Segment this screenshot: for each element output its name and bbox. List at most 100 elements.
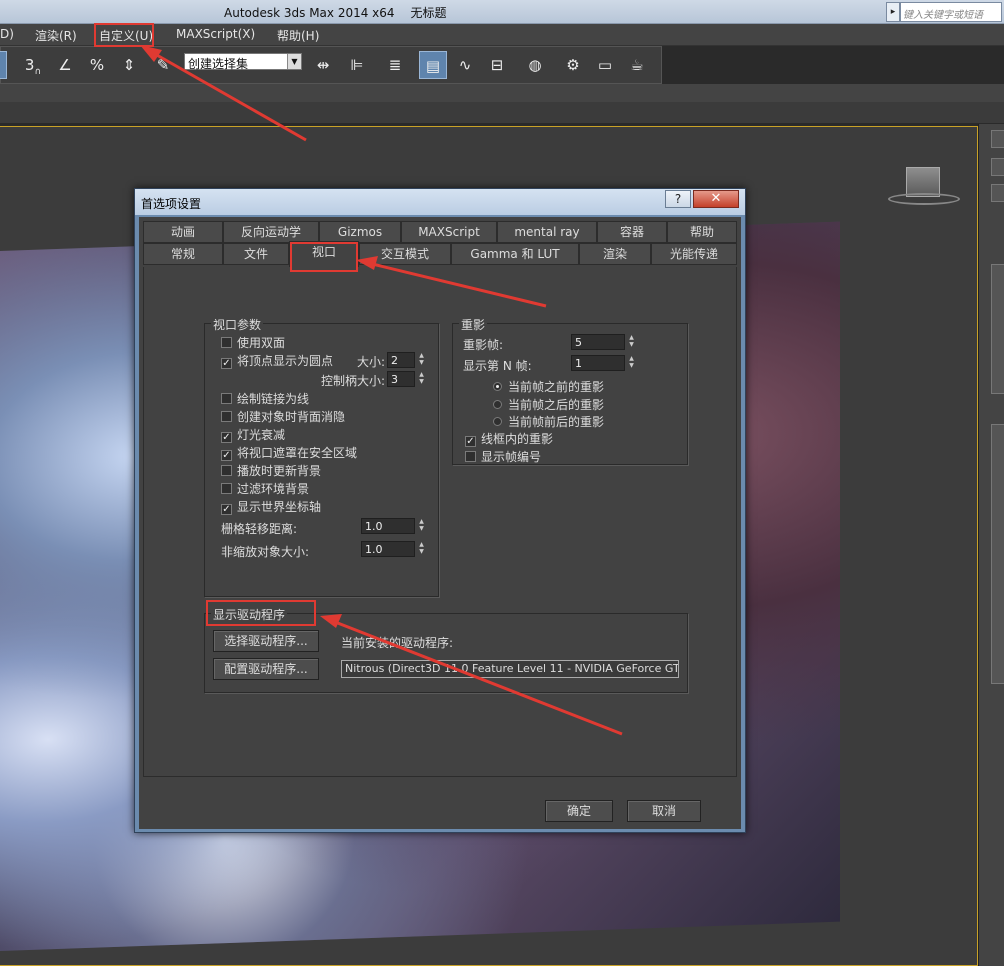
ghost-both-radio[interactable]: 当前帧前后的重影	[493, 413, 604, 430]
spinner-arrows-icon[interactable]: ▲ ▼	[417, 541, 426, 557]
installed-driver-field: Nitrous (Direct3D 11.0 Feature Level 11 …	[341, 660, 679, 678]
tab-general[interactable]: 常规	[143, 243, 223, 265]
tab-gizmos[interactable]: Gizmos	[319, 221, 401, 243]
ghost-wireframe-checkbox[interactable]: ✓ 线框内的重影	[465, 430, 553, 447]
ok-button[interactable]: 确定	[545, 800, 613, 822]
tab-files[interactable]: 文件	[223, 243, 289, 265]
ghost-frames-spinner[interactable]: 5	[571, 334, 625, 350]
viewport-parameters-group: 视口参数 使用双面 ✓ 将顶点显示为圆点 大小: 2 ▲ ▼ 控制柄大小: 3 ▲ ▼…	[204, 316, 439, 597]
attenuate-lights-checkbox[interactable]: ✓ 灯光衰减	[221, 426, 285, 443]
installed-driver-label: 当前安装的驱动程序:	[341, 636, 454, 650]
panel-field[interactable]	[991, 158, 1004, 176]
tab-interaction-mode[interactable]: 交互模式	[359, 243, 451, 265]
checkmark-icon: ✓	[465, 436, 476, 447]
handle-size-spinner[interactable]: 3	[387, 371, 415, 387]
checkmark-icon: ✓	[221, 504, 232, 515]
checkmark-icon: ✓	[221, 450, 232, 461]
size-label: 大小:	[357, 355, 386, 369]
update-background-checkbox[interactable]: 播放时更新背景	[221, 462, 321, 479]
mirror-icon[interactable]: ⇹	[309, 51, 337, 79]
rendered-frame-icon[interactable]: ▭	[591, 51, 619, 79]
tab-animation[interactable]: 动画	[143, 221, 223, 243]
ghost-after-radio[interactable]: 当前帧之后的重影	[493, 396, 604, 413]
ghost-frames-label: 重影帧:	[463, 338, 504, 352]
help-icon[interactable]: ?	[665, 190, 691, 208]
configure-driver-button[interactable]: 配置驱动程序...	[213, 658, 319, 680]
checkbox-label: 显示世界坐标轴	[237, 500, 322, 514]
render-teapot-icon[interactable]: ☕	[623, 51, 651, 79]
checkbox-label: 灯光衰减	[237, 428, 286, 442]
size-spinner[interactable]: 2	[387, 352, 415, 368]
nth-frame-label: 显示第 N 帧:	[463, 359, 532, 373]
create-tab-icon[interactable]	[991, 130, 1004, 148]
named-selection-set-dropdown[interactable]: 创建选择集 ▼	[184, 53, 302, 71]
radio-label: 当前帧之前的重影	[508, 380, 605, 394]
world-axis-checkbox[interactable]: ✓ 显示世界坐标轴	[221, 498, 321, 515]
use-dual-planes-checkbox[interactable]: 使用双面	[221, 334, 285, 351]
mask-safe-region-checkbox[interactable]: ✓ 将视口遮罩在安全区域	[221, 444, 357, 461]
scene-explorer-icon[interactable]: ▤	[419, 51, 447, 79]
checkbox-box	[465, 451, 476, 462]
panel-list[interactable]	[991, 264, 1004, 394]
snaps-3-icon[interactable]: 3∩	[19, 51, 47, 79]
spinner-arrows-icon[interactable]: ▲ ▼	[627, 355, 636, 371]
edit-named-selection-icon[interactable]: ✎	[149, 51, 177, 79]
show-frame-numbers-checkbox[interactable]: 显示帧编号	[465, 448, 541, 465]
tab-rendering[interactable]: 渲染	[579, 243, 651, 265]
search-input[interactable]: 键入关键字或短语	[900, 2, 1002, 22]
close-icon[interactable]: ✕	[693, 190, 739, 208]
angle-snap-icon[interactable]: ∠	[51, 51, 79, 79]
spinner-arrows-icon[interactable]: ▲ ▼	[627, 334, 636, 350]
checkbox-box	[221, 411, 232, 422]
grid-nudge-spinner[interactable]: 1.0	[361, 518, 415, 534]
tab-gamma-lut[interactable]: Gamma 和 LUT	[451, 243, 579, 265]
align-icon[interactable]: ⊫	[343, 51, 371, 79]
vertex-dots-checkbox[interactable]: ✓ 将顶点显示为圆点	[221, 352, 333, 369]
material-editor-icon[interactable]: ◍	[521, 51, 549, 79]
backface-cull-checkbox[interactable]: 创建对象时背面消隐	[221, 408, 345, 425]
checkbox-label: 播放时更新背景	[237, 464, 322, 478]
layer-manager-icon[interactable]: ≣	[381, 51, 409, 79]
tab-mental-ray[interactable]: mental ray	[497, 221, 597, 243]
menu-item-maxscript[interactable]: MAXScript(X)	[176, 27, 255, 41]
document-title: 无标题	[410, 6, 447, 20]
radio-button-icon	[493, 417, 502, 426]
dialog-title: 首选项设置	[141, 197, 202, 211]
filter-environment-checkbox[interactable]: 过滤环境背景	[221, 480, 309, 497]
spinner-arrows-icon[interactable]: ▲ ▼	[417, 518, 426, 534]
checkbox-label: 创建对象时背面消隐	[237, 410, 346, 424]
search-expand-icon[interactable]: ▸	[886, 2, 900, 22]
curve-editor-icon[interactable]: ∿	[451, 51, 479, 79]
grid-nudge-label: 栅格轻移距离:	[221, 522, 298, 536]
spinner-arrows-icon[interactable]: ▲ ▼	[417, 352, 426, 368]
viewcube-compass-icon[interactable]	[888, 193, 960, 205]
cancel-button[interactable]: 取消	[627, 800, 701, 822]
annotation-box-customize-menu	[94, 23, 154, 47]
preferences-dialog: 首选项设置 ? ✕ 动画 反向运动学 Gizmos MAXScript ment…	[134, 188, 746, 833]
ribbon-strip	[0, 84, 1004, 102]
dialog-body: 动画 反向运动学 Gizmos MAXScript mental ray 容器 …	[139, 217, 741, 829]
tab-radiosity[interactable]: 光能传递	[651, 243, 737, 265]
draw-links-checkbox[interactable]: 绘制链接为线	[221, 390, 309, 407]
radio-button-icon	[493, 400, 502, 409]
choose-driver-button[interactable]: 选择驱动程序...	[213, 630, 319, 652]
tab-help[interactable]: 帮助	[667, 221, 737, 243]
schematic-view-icon[interactable]: ⊟	[483, 51, 511, 79]
percent-snap-icon[interactable]: %	[83, 51, 111, 79]
main-toolbar: 3∩ ∠ % ⇕ ✎ 创建选择集 ▼ ⇹ ⊫ ≣ ▤ ∿ ⊟ ◍ ⚙ ▭ ☕	[0, 46, 662, 84]
non-scaling-size-spinner[interactable]: 1.0	[361, 541, 415, 557]
tab-maxscript[interactable]: MAXScript	[401, 221, 497, 243]
nth-frame-spinner[interactable]: 1	[571, 355, 625, 371]
panel-field[interactable]	[991, 184, 1004, 202]
tab-ik[interactable]: 反向运动学	[223, 221, 319, 243]
menu-item-help[interactable]: 帮助(H)	[277, 27, 319, 44]
handle-size-label: 控制柄大小:	[321, 374, 386, 388]
tab-containers[interactable]: 容器	[597, 221, 667, 243]
select-icon[interactable]	[0, 51, 7, 79]
spinner-arrows-icon[interactable]: ▲ ▼	[417, 371, 426, 387]
ghost-before-radio[interactable]: 当前帧之前的重影	[493, 378, 604, 395]
menu-item-d[interactable]: D)	[0, 27, 14, 41]
render-setup-icon[interactable]: ⚙	[559, 51, 587, 79]
menu-item-render[interactable]: 渲染(R)	[35, 27, 77, 44]
spinner-snap-icon[interactable]: ⇕	[115, 51, 143, 79]
